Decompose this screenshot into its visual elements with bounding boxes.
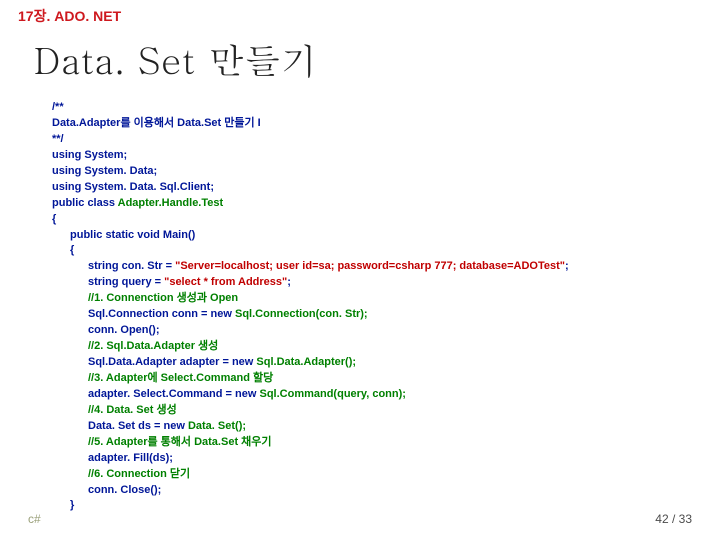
code-line: using System. Data; (52, 165, 157, 177)
code-line: string query = "select * from Address"; (52, 275, 291, 291)
code-seg: ; (565, 260, 569, 272)
slide: 17장. ADO. NET Data. Set 만들기 /** Data.Ada… (0, 0, 720, 540)
code-line: conn. Close(); (52, 483, 161, 499)
code-comment: //1. Connenction 생성과 Open (52, 291, 238, 307)
code-string: "Server=localhost; user id=sa; password=… (175, 260, 565, 272)
code-comment: //6. Connection 닫기 (52, 467, 190, 483)
code-comment: //3. Adapter에 Select.Command 할당 (52, 371, 273, 387)
code-new: Sql.Command(query, conn); (259, 388, 405, 400)
code-line: Sql.Data.Adapter adapter = new Sql.Data.… (52, 355, 356, 371)
code-comment: //4. Data. Set 생성 (52, 403, 177, 419)
code-new: Sql.Data.Adapter(); (256, 356, 356, 368)
code-line: public static void Main() (52, 228, 195, 244)
code-line: adapter. Select.Command = new Sql.Comman… (52, 387, 406, 403)
code-line: conn. Open(); (52, 323, 160, 339)
code-seg: string query = (88, 276, 164, 288)
code-seg: adapter. Select.Command = new (88, 388, 259, 400)
code-line: adapter. Fill(ds); (52, 451, 173, 467)
code-line: public class (52, 197, 118, 209)
code-classname: Adapter.Handle.Test (118, 197, 224, 209)
code-line: string con. Str = "Server=localhost; use… (52, 259, 569, 275)
code-string: "select * from Address" (164, 276, 287, 288)
code-comment: //5. Adapter를 통해서 Data.Set 채우기 (52, 435, 272, 451)
code-seg: string con. Str = (88, 260, 175, 272)
code-line: **/ (52, 133, 64, 145)
code-line: Sql.Connection conn = new Sql.Connection… (52, 307, 368, 323)
code-line: } (52, 498, 74, 514)
code-new: Data. Set(); (188, 420, 246, 432)
code-line: Data.Adapter를 이용해서 Data.Set 만들기 I (52, 117, 261, 129)
code-seg: Data. Set ds = new (88, 420, 188, 432)
footer-page-number: 42 / 33 (655, 512, 692, 526)
code-line: using System; (52, 149, 127, 161)
footer-left: c# (28, 512, 41, 526)
chapter-label: 17장. ADO. NET (18, 6, 121, 26)
code-line: { (52, 213, 56, 225)
code-block: /** Data.Adapter를 이용해서 Data.Set 만들기 I **… (52, 100, 569, 514)
code-seg: ; (287, 276, 291, 288)
code-new: Sql.Connection(con. Str); (235, 308, 368, 320)
code-line: Data. Set ds = new Data. Set(); (52, 419, 246, 435)
code-line: /** (52, 101, 64, 113)
code-seg: Sql.Connection conn = new (88, 308, 235, 320)
page-title: Data. Set 만들기 (34, 34, 318, 85)
code-seg: Sql.Data.Adapter adapter = new (88, 356, 256, 368)
code-comment: //2. Sql.Data.Adapter 생성 (52, 339, 218, 355)
code-line: using System. Data. Sql.Client; (52, 181, 214, 193)
code-line: { (52, 243, 74, 259)
